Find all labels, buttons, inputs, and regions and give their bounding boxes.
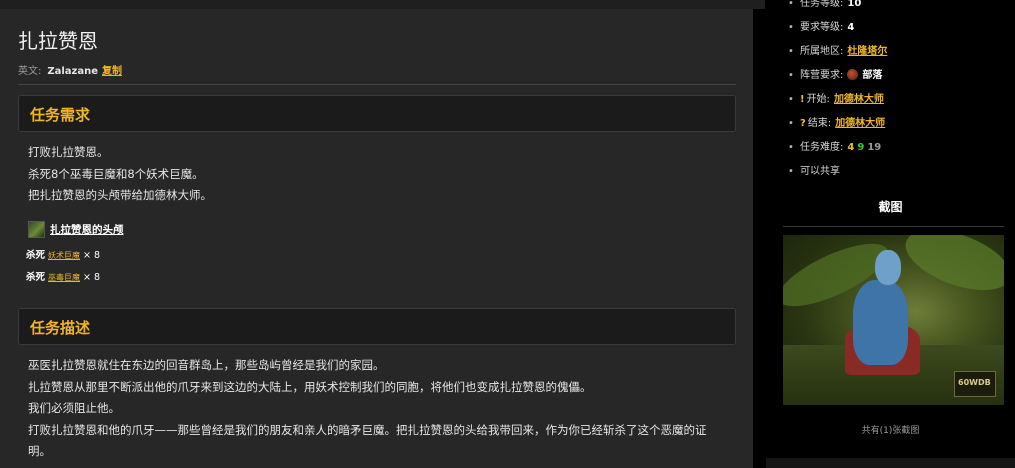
shareable-item: 可以共享 [788,160,887,184]
start-label: 开始: [806,94,830,105]
requirement-line: 杀死8个巫毒巨魔和8个妖术巨魔。 [28,166,204,181]
description-paragraph: 我们必须阻止他。 [28,401,120,415]
difficulty-item: 任务难度:4919 [788,136,887,160]
zone-item: 所属地区:杜隆塔尔 [788,40,887,64]
english-name: Zalazane [47,66,99,77]
req-level-label: 要求等级: [800,22,844,33]
kill-label: 杀死 [26,250,46,261]
troll-body-shape [853,280,908,365]
description-paragraph: 巫医扎拉赞恩就住在东边的回音群岛上，那些岛屿曾经是我们的家园。 [28,358,385,372]
faction-label: 阵营要求: [800,70,844,81]
watermark-logo: 60WDB [954,371,996,397]
quest-level-value: 10 [847,0,862,9]
requirement-line: 打败扎拉赞恩。 [28,145,109,159]
screenshot-caption: 共有(1)张截图 [861,426,920,436]
kill-objective: 杀死 巫毒巨魔 × 8 [26,269,100,283]
requirements-text: 打败扎拉赞恩。 杀死8个巫毒巨魔和8个妖术巨魔。 把扎拉赞恩的头颅带给加德林大师… [28,142,212,207]
description-text: 巫医扎拉赞恩就住在东边的回音群岛上，那些岛屿曾经是我们的家园。 扎拉赞恩从那里不… [28,355,728,463]
copy-link[interactable]: 复制 [102,66,122,77]
item-head-icon[interactable] [28,221,45,238]
mob-link[interactable]: 巫毒巨魔 [48,273,80,282]
description-header: 任务描述 [18,308,736,345]
faction-value: 部落 [862,70,883,81]
req-level-value: 4 [847,22,855,33]
kill-label: 杀死 [26,272,46,283]
end-npc-item: ?结束:加德林大师 [788,112,887,136]
english-label: 英文: [18,66,42,77]
quest-info-list: 任务等级:10 要求等级:4 所属地区:杜隆塔尔 阵营要求:部落 !开始:加德林… [788,0,887,184]
quest-level-item: 任务等级:10 [788,0,887,16]
difficulty-label: 任务难度: [800,142,844,153]
requirements-heading: 任务需求 [30,106,91,124]
quest-level-label: 任务等级: [800,0,844,9]
description-paragraph: 打败扎拉赞恩和他的爪牙——那些曾经是我们的朋友和亲人的暗矛巨魔。把扎拉赞恩的头给… [28,422,707,459]
quest-main-panel: 扎拉赞恩 英文: Zalazane 复制 任务需求 打败扎拉赞恩。 杀死8个巫毒巨魔… [0,9,753,468]
zone-label: 所属地区: [800,46,844,57]
english-name-row: 英文: Zalazane 复制 [18,62,122,77]
difficulty-normal: 9 [857,142,865,153]
end-label: 结束: [807,118,832,129]
requirements-header: 任务需求 [18,95,736,132]
req-level-item: 要求等级:4 [788,16,887,40]
kill-objective: 杀死 妖术巨魔 × 8 [26,247,100,261]
title-divider [18,84,736,85]
quest-item-link[interactable]: 扎拉赞恩的头颅 [50,222,124,237]
exclamation-icon: ! [800,94,805,105]
quest-info-sidebar: 任务等级:10 要求等级:4 所属地区:杜隆塔尔 阵营要求:部落 !开始:加德林… [766,0,1015,468]
faction-item: 阵营要求: 部落 [788,64,887,88]
quest-screenshot[interactable]: 60WDB [783,235,1004,405]
start-npc-link[interactable]: 加德林大师 [834,94,884,105]
top-bar [0,0,765,9]
description-paragraph: 扎拉赞恩从那里不断派出他的爪牙来到这边的大陆上，用妖术控制我们的同胞，将他们也变… [28,379,592,394]
start-npc-item: !开始: 加德林大师 [788,88,887,112]
watermark-text: 60WDB [958,378,991,387]
zone-link[interactable]: 杜隆塔尔 [847,46,887,57]
kill-count: × 8 [83,250,101,261]
foliage-shape [897,235,1004,303]
difficulty-trivial: 19 [867,142,882,153]
kill-count: × 8 [83,272,101,283]
troll-head-shape [875,250,901,285]
difficulty-easy: 4 [847,142,855,153]
screenshot-heading: 截图 [878,200,903,214]
shareable-text: 可以共享 [800,166,840,177]
sidebar-bottom-strip [766,458,1015,468]
mob-link[interactable]: 妖术巨魔 [48,251,80,260]
page-title: 扎拉赞恩 [18,29,98,53]
requirement-line: 把扎拉赞恩的头颅带给加德林大师。 [28,188,212,202]
horde-icon [847,69,859,80]
screenshot-divider [783,226,1004,227]
end-npc-link[interactable]: 加德林大师 [835,118,885,129]
question-mark-icon: ? [800,118,806,129]
description-heading: 任务描述 [30,319,91,337]
